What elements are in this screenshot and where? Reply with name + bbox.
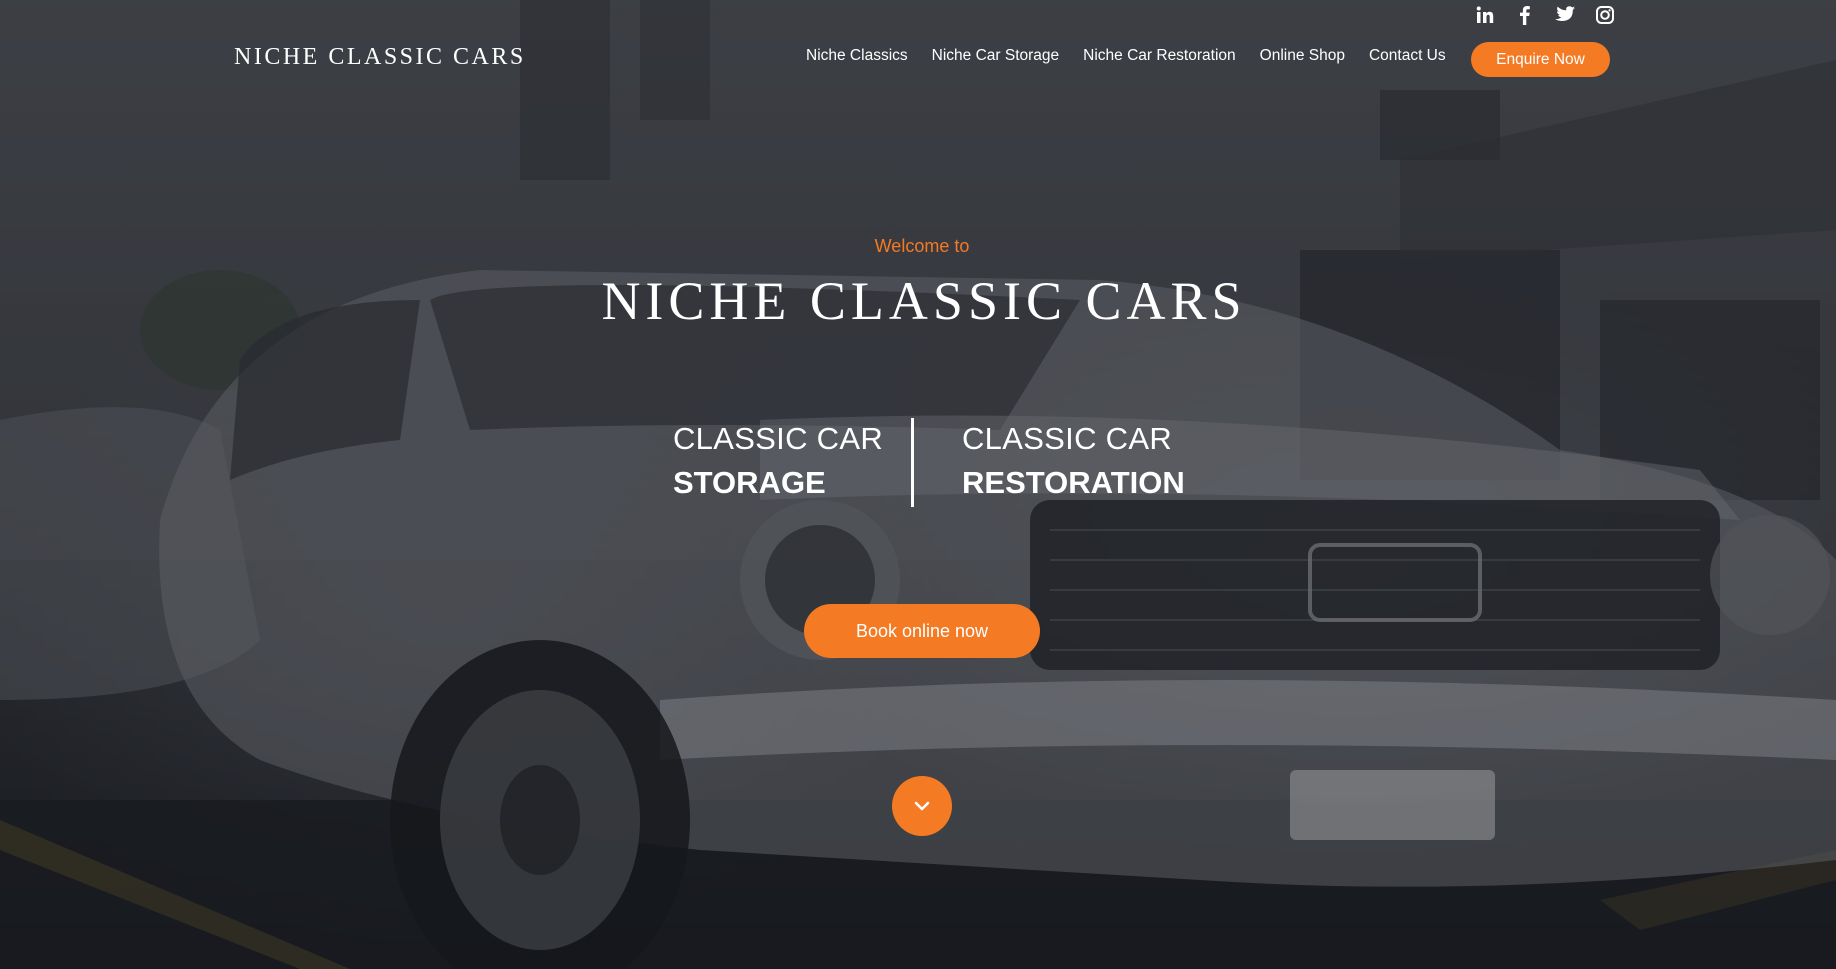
- instagram-icon[interactable]: [1592, 2, 1618, 28]
- enquire-now-button[interactable]: Enquire Now: [1471, 42, 1610, 77]
- social-links: [1472, 2, 1618, 28]
- service-divider: [911, 418, 914, 507]
- welcome-text: Welcome to: [874, 236, 970, 256]
- brand-logo[interactable]: NICHE CLASSIC CARS: [234, 44, 526, 71]
- service-restoration-link[interactable]: CLASSIC CAR RESTORATION: [962, 421, 1185, 501]
- service-storage-line1: CLASSIC CAR: [673, 421, 884, 456]
- page-title: NICHE CLASSIC CARS: [601, 271, 1247, 331]
- book-online-button[interactable]: Book online now: [804, 604, 1040, 658]
- linkedin-icon[interactable]: [1472, 2, 1498, 28]
- nav-item-contact-us[interactable]: Contact Us: [1369, 47, 1446, 65]
- chevron-down-icon: [914, 801, 930, 811]
- service-restoration-line2: RESTORATION: [962, 465, 1185, 500]
- service-restoration-line1: CLASSIC CAR: [962, 421, 1173, 456]
- scroll-down-button[interactable]: [892, 776, 952, 836]
- service-storage-line2: STORAGE: [673, 465, 826, 500]
- main-nav: Niche Classics Niche Car Storage Niche C…: [806, 47, 1446, 65]
- facebook-icon[interactable]: [1512, 2, 1538, 28]
- nav-item-niche-car-storage[interactable]: Niche Car Storage: [932, 47, 1060, 65]
- service-storage-link[interactable]: CLASSIC CAR STORAGE: [673, 421, 883, 501]
- nav-item-online-shop[interactable]: Online Shop: [1260, 47, 1345, 65]
- twitter-icon[interactable]: [1552, 2, 1578, 28]
- nav-item-niche-classics[interactable]: Niche Classics: [806, 47, 908, 65]
- nav-item-niche-car-restoration[interactable]: Niche Car Restoration: [1083, 47, 1235, 65]
